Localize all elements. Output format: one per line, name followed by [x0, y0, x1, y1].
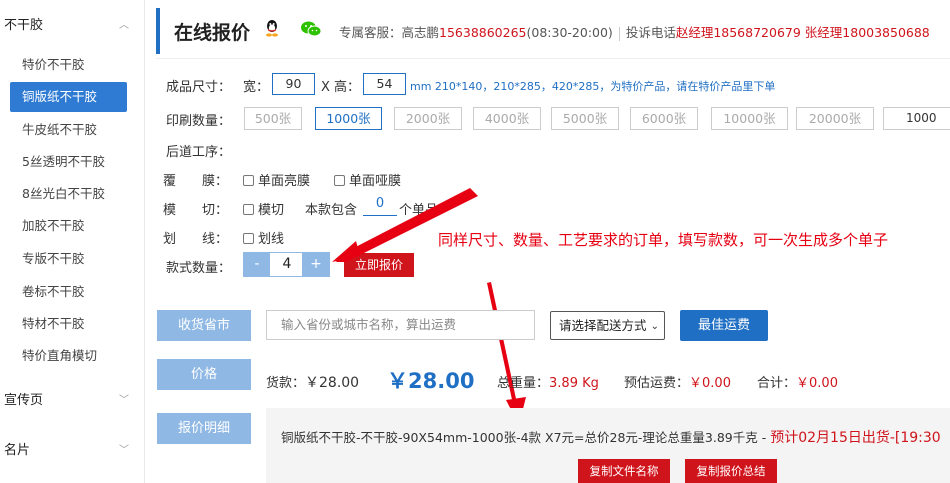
divider [156, 58, 950, 59]
height-label: X 高： [321, 80, 361, 95]
height-input[interactable]: 54 [363, 73, 406, 95]
province-button[interactable]: 收货省市 [157, 310, 251, 341]
sidebar-item-5[interactable]: 加胶不干胶 [10, 211, 127, 241]
sidebar-item-8[interactable]: 特材不干胶 [10, 309, 127, 339]
qty-custom-input[interactable]: 1000 [883, 107, 950, 130]
service-phone: 15638860265 [439, 25, 527, 40]
instant-quote-button[interactable]: 立即报价 [344, 253, 414, 277]
estimated-freight: 预估运费：￥0.00 [624, 376, 731, 391]
sidebar-group-promo[interactable]: 宣传页 ﹀ [0, 383, 145, 413]
qty-option-2000[interactable]: 2000张 [394, 107, 462, 130]
size-tip: mm 210*140，210*285，420*285，为特价产品，请在特价产品里… [410, 80, 776, 93]
diecut-checkbox[interactable]: 模切 [243, 199, 284, 218]
ship-date: 预计02月15日出货-[19:30 [770, 430, 941, 446]
qty-option-20000[interactable]: 20000张 [796, 107, 874, 130]
size-label: 成品尺寸： [166, 80, 232, 95]
film-label: 覆 膜： [163, 174, 229, 189]
grand-total: 合计：￥0.00 [757, 376, 838, 391]
styles-plus-button[interactable]: + [302, 252, 330, 277]
sidebar-group-label: 名片 [4, 442, 31, 458]
film-gloss-checkbox[interactable]: 单面亮膜 [243, 170, 310, 189]
qty-option-500[interactable]: 500张 [244, 107, 302, 130]
region-input[interactable]: 输入省份或城市名称，算出运费 [266, 310, 535, 340]
diecut-count-label: 本款包含 [305, 203, 358, 218]
qty-option-10000[interactable]: 10000张 [711, 107, 788, 130]
diecut-label: 模 切： [163, 203, 229, 218]
copy-summary-button[interactable]: 复制报价总结 [685, 459, 777, 483]
wechat-icon[interactable] [300, 20, 322, 38]
shipping-method-select[interactable]: 请选择配送方式 ⌄ [550, 311, 665, 340]
service-info: 专属客服：高志鹏15638860265(08:30-20:00) 投诉电话赵经理1… [339, 25, 930, 41]
big-price: ￥28.00 [387, 369, 475, 393]
complaint-phones: 赵经理18568720679 张经理18003850688 [675, 25, 930, 40]
sidebar-group-label: 宣传页 [4, 392, 44, 408]
styles-count-input[interactable]: 4 [270, 252, 304, 277]
qty-option-5000[interactable]: 5000张 [551, 107, 619, 130]
sidebar-item-4[interactable]: 8丝光白不干胶 [10, 179, 127, 209]
total-weight: 总重量：3.89 Kg [497, 376, 599, 391]
film-matte-checkbox[interactable]: 单面哑膜 [334, 170, 401, 189]
price-button[interactable]: 价格 [157, 359, 251, 390]
quantity-label: 印刷数量： [166, 114, 232, 129]
qty-option-6000[interactable]: 6000张 [630, 107, 698, 130]
chevron-up-icon: ︿ [119, 19, 129, 31]
post-process-label: 后道工序： [166, 145, 232, 160]
sidebar-item-1[interactable]: 铜版纸不干胶 [10, 82, 127, 112]
sidebar-item-9[interactable]: 特价直角模切 [10, 341, 127, 371]
chevron-down-icon: ﹀ [119, 444, 129, 456]
qty-option-4000[interactable]: 4000张 [473, 107, 541, 130]
annotation-text: 同样尺寸、数量、工艺要求的订单，填写款数，可一次生成多个单子 [438, 231, 889, 249]
width-input[interactable]: 90 [272, 73, 315, 95]
sidebar-item-6[interactable]: 专版不干胶 [10, 244, 127, 274]
sidebar-item-2[interactable]: 牛皮纸不干胶 [10, 115, 127, 145]
styles-label: 款式数量： [166, 261, 232, 276]
chevron-down-icon: ﹀ [119, 394, 129, 406]
sidebar-group-label: 不干胶 [4, 17, 44, 33]
chevron-down-icon: ⌄ [650, 321, 659, 332]
sidebar-item-0[interactable]: 特价不干胶 [10, 50, 127, 80]
scribe-checkbox[interactable]: 划线 [243, 228, 284, 247]
width-label: 宽： [243, 80, 270, 95]
quote-detail-button[interactable]: 报价明细 [157, 413, 251, 444]
scribe-label: 划 线： [163, 232, 229, 247]
sidebar-item-7[interactable]: 卷标不干胶 [10, 277, 127, 307]
sidebar-group-card[interactable]: 名片 ﹀ [0, 433, 145, 463]
styles-minus-button[interactable]: - [243, 252, 271, 277]
qq-icon[interactable] [264, 19, 280, 37]
detail-text: 铜版纸不干胶-不干胶-90X54mm-1000张-4款 X7元=总价28元-理论… [281, 430, 941, 446]
diecut-count-input[interactable]: 0 [363, 196, 397, 216]
sidebar: 不干胶 ︿ 特价不干胶 铜版纸不干胶 牛皮纸不干胶 5丝透明不干胶 8丝光白不干… [0, 0, 145, 483]
qty-option-1000[interactable]: 1000张 [315, 107, 382, 130]
page-title: 在线报价 [174, 22, 251, 44]
sidebar-group-stickers[interactable]: 不干胶 ︿ [0, 8, 145, 38]
copy-filename-button[interactable]: 复制文件名称 [578, 459, 670, 483]
diecut-unit: 个单品 [399, 203, 439, 218]
title-accent-bar [156, 8, 160, 54]
best-freight-button[interactable]: 最佳运费 [680, 310, 768, 341]
sidebar-item-3[interactable]: 5丝透明不干胶 [10, 147, 127, 177]
goods-amount: 货款：￥28.00 [266, 375, 360, 391]
